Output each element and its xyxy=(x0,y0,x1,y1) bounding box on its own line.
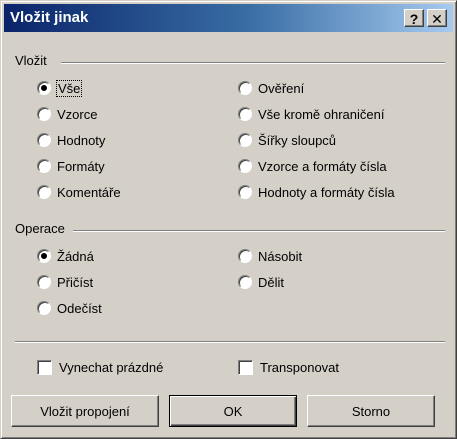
radio-button[interactable] xyxy=(238,159,252,173)
paste-link-button[interactable]: Vložit propojení xyxy=(11,395,159,427)
radio-button[interactable] xyxy=(238,133,252,147)
radio-button[interactable] xyxy=(238,81,252,95)
paste-group-label: Vložit xyxy=(15,53,47,68)
radio-paste-formulas-number-formats[interactable]: Vzorce a formáty čísla xyxy=(238,157,387,175)
radio-label: Hodnoty xyxy=(57,132,106,148)
checkbox-divider xyxy=(15,341,445,343)
radio-label: Vše kromě ohraničení xyxy=(258,106,385,122)
radio-operation-none[interactable]: Žádná xyxy=(37,247,94,265)
radio-paste-values[interactable]: Hodnoty xyxy=(37,131,105,149)
radio-label: Násobit xyxy=(258,248,303,264)
radio-label: Hodnoty a formáty čísla xyxy=(258,184,395,200)
checkbox-transpose[interactable]: Transponovat xyxy=(238,358,339,376)
radio-button[interactable] xyxy=(37,185,51,199)
radio-button[interactable] xyxy=(37,159,51,173)
checkbox[interactable] xyxy=(37,359,52,375)
operation-group-label: Operace xyxy=(15,221,65,236)
radio-label: Dělit xyxy=(258,274,285,290)
radio-operation-divide[interactable]: Dělit xyxy=(238,273,284,291)
radio-label: Odečíst xyxy=(57,300,102,316)
operation-group-divider xyxy=(73,230,445,232)
radio-operation-multiply[interactable]: Násobit xyxy=(238,247,302,265)
radio-label: Žádná xyxy=(57,248,94,264)
radio-label: Formáty xyxy=(57,158,105,174)
radio-label: Ověření xyxy=(258,80,305,96)
radio-label: Vzorce xyxy=(57,106,98,122)
checkbox-label: Vynechat prázdné xyxy=(59,359,164,375)
radio-button[interactable] xyxy=(238,185,252,199)
help-button[interactable]: ? xyxy=(404,9,424,27)
radio-label: Přičíst xyxy=(57,274,94,290)
radio-paste-formulas[interactable]: Vzorce xyxy=(37,105,97,123)
checkbox-skip-blanks[interactable]: Vynechat prázdné xyxy=(37,358,163,376)
radio-label: Šířky sloupců xyxy=(258,132,337,148)
radio-paste-comments[interactable]: Komentáře xyxy=(37,183,121,201)
dialog-title: Vložit jinak xyxy=(10,9,89,26)
radio-paste-column-widths[interactable]: Šířky sloupců xyxy=(238,131,336,149)
radio-button[interactable] xyxy=(238,249,252,263)
radio-paste-formats[interactable]: Formáty xyxy=(37,157,105,175)
title-bar[interactable]: Vložit jinak ? ✕ xyxy=(4,4,453,32)
radio-button[interactable] xyxy=(238,275,252,289)
radio-button[interactable] xyxy=(37,81,51,95)
checkbox-label: Transponovat xyxy=(260,359,340,375)
radio-paste-all[interactable]: Vše xyxy=(37,79,83,97)
cancel-button[interactable]: Storno xyxy=(307,395,435,427)
radio-button[interactable] xyxy=(37,275,51,289)
radio-button[interactable] xyxy=(37,301,51,315)
radio-button[interactable] xyxy=(238,107,252,121)
radio-paste-all-except-borders[interactable]: Vše kromě ohraničení xyxy=(238,105,384,123)
radio-operation-subtract[interactable]: Odečíst xyxy=(37,299,102,317)
radio-paste-validation[interactable]: Ověření xyxy=(238,79,304,97)
checkbox[interactable] xyxy=(238,359,253,375)
radio-paste-values-number-formats[interactable]: Hodnoty a formáty čísla xyxy=(238,183,395,201)
radio-button[interactable] xyxy=(37,107,51,121)
radio-operation-add[interactable]: Přičíst xyxy=(37,273,93,291)
radio-label: Vše xyxy=(55,79,83,97)
radio-button[interactable] xyxy=(37,249,51,263)
radio-button[interactable] xyxy=(37,133,51,147)
close-button[interactable]: ✕ xyxy=(427,9,447,27)
radio-label: Komentáře xyxy=(57,184,121,200)
ok-button[interactable]: OK xyxy=(169,395,297,427)
paste-group-divider xyxy=(61,62,445,64)
paste-special-dialog: Vložit jinak ? ✕ Vložit Vše Vzorce Hodno… xyxy=(0,0,457,439)
radio-label: Vzorce a formáty čísla xyxy=(258,158,387,174)
